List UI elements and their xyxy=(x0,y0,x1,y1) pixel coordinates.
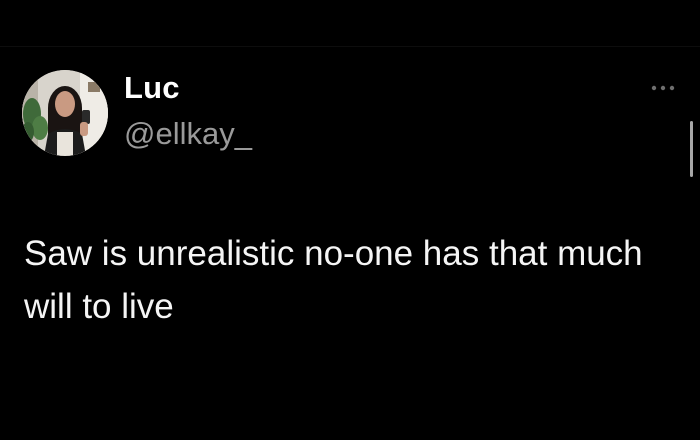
tweet-screen: Luc @ellkay_ Saw is unrealistic no-one h… xyxy=(0,0,700,440)
more-options-icon xyxy=(651,85,675,91)
display-name[interactable]: Luc xyxy=(124,70,180,106)
user-handle[interactable]: @ellkay_ xyxy=(124,116,252,152)
top-divider xyxy=(0,46,700,47)
more-options-button[interactable] xyxy=(648,80,678,96)
profile-photo-icon xyxy=(22,70,108,156)
avatar[interactable] xyxy=(22,70,108,156)
scrollbar-thumb[interactable] xyxy=(690,121,693,177)
tweet-text: Saw is unrealistic no-one has that much … xyxy=(24,234,643,326)
